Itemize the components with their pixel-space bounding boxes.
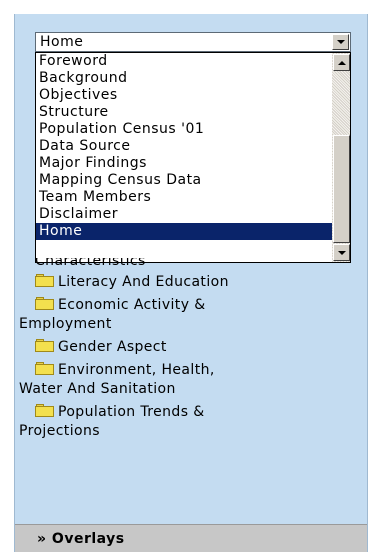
page-select[interactable]: Home	[35, 32, 351, 52]
option-objectives[interactable]: Objectives	[36, 87, 332, 104]
option-home[interactable]: Home	[36, 223, 332, 240]
category-literacy-education[interactable]: Literacy And Education	[19, 273, 359, 292]
category-population-trends[interactable]: Population Trends & Projections	[19, 403, 359, 441]
sidebar-panel: » Home Foreword Background Objectives St…	[14, 14, 368, 552]
overlays-label: » Overlays	[37, 530, 125, 547]
overlays-bar[interactable]: » Overlays	[15, 524, 367, 552]
dropdown-arrow-icon[interactable]	[332, 34, 349, 50]
folder-icon	[35, 404, 54, 417]
option-disclaimer[interactable]: Disclaimer	[36, 206, 332, 223]
option-major-findings[interactable]: Major Findings	[36, 155, 332, 172]
category-partial-label: Characteristics	[35, 258, 146, 269]
folder-icon	[35, 362, 54, 375]
category-economic-activity[interactable]: Economic Activity & Employment	[19, 296, 359, 334]
option-structure[interactable]: Structure	[36, 104, 332, 121]
option-background[interactable]: Background	[36, 70, 332, 87]
scroll-up-icon[interactable]	[333, 54, 350, 71]
folder-icon	[35, 274, 54, 287]
page-select-value: Home	[40, 34, 84, 50]
category-gender-aspect[interactable]: Gender Aspect	[19, 338, 359, 357]
page-select-dropdown[interactable]: Foreword Background Objectives Structure…	[35, 52, 351, 263]
scroll-thumb[interactable]	[333, 135, 350, 243]
folder-icon	[35, 297, 54, 310]
option-data-source[interactable]: Data Source	[36, 138, 332, 155]
category-list: Literacy And Education Economic Activity…	[19, 273, 359, 445]
option-team-members[interactable]: Team Members	[36, 189, 332, 206]
folder-icon	[35, 339, 54, 352]
option-list: Foreword Background Objectives Structure…	[36, 53, 332, 240]
option-foreword[interactable]: Foreword	[36, 53, 332, 70]
option-population-census[interactable]: Population Census '01	[36, 121, 332, 138]
dropdown-scrollbar[interactable]	[332, 53, 350, 262]
option-mapping-census-data[interactable]: Mapping Census Data	[36, 172, 332, 189]
category-environment-health[interactable]: Environment, Health, Water And Sanitation	[19, 361, 359, 399]
